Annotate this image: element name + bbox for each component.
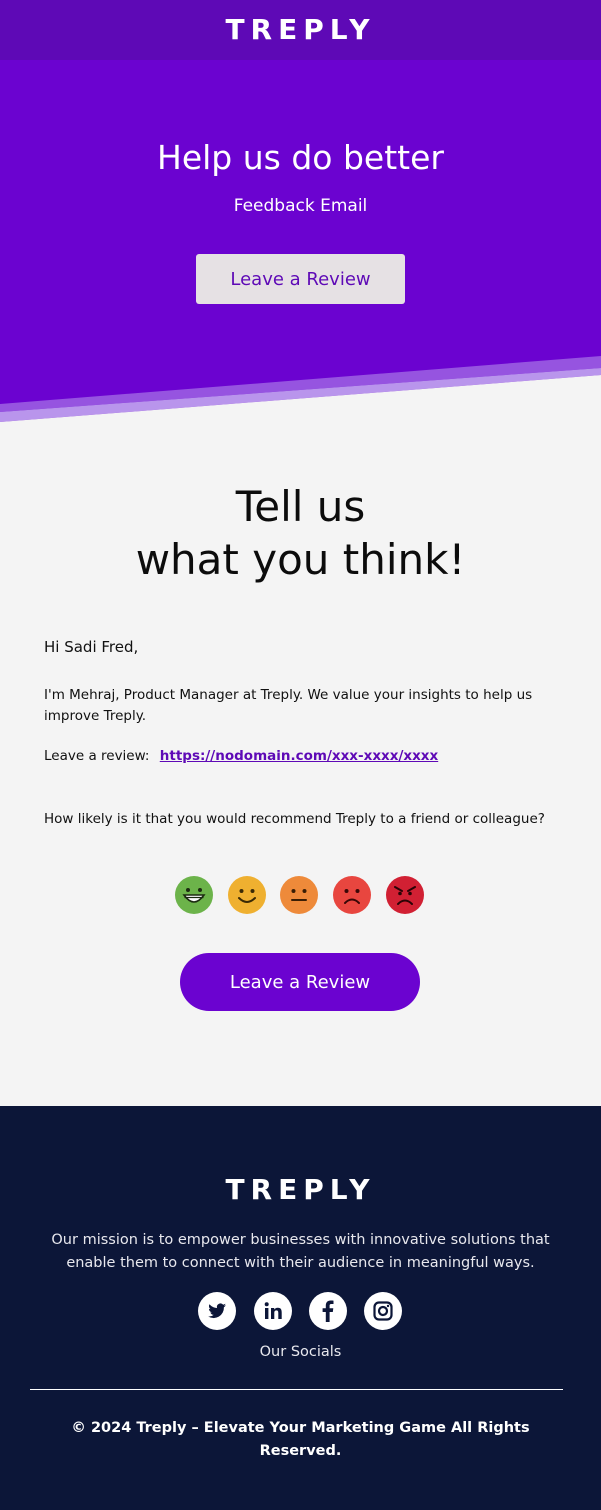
socials-label: Our Socials	[259, 1344, 342, 1360]
main-heading: Tell us what you think!	[0, 480, 601, 586]
brand-logo[interactable]: TREPLY	[225, 16, 375, 44]
hero-title: Help us do better	[157, 138, 444, 177]
linkedin-icon[interactable]	[254, 1292, 292, 1330]
hero-wave-divider	[0, 352, 601, 427]
hero-subtitle: Feedback Email	[233, 196, 368, 216]
hero-leave-review-button[interactable]: Leave a Review	[196, 254, 405, 304]
footer-logo-wrap: TREPLY	[0, 1176, 601, 1204]
rating-emoji-row	[175, 876, 425, 914]
mission-statement: Our mission is to empower businesses wit…	[51, 1232, 550, 1271]
main-leave-review-button[interactable]: Leave a Review	[180, 953, 420, 1011]
smiling-face-icon[interactable]	[228, 876, 266, 914]
main-heading-line1: Tell us	[235, 482, 366, 531]
footer-brand-logo[interactable]: TREPLY	[225, 1173, 375, 1206]
social-links	[198, 1292, 404, 1330]
main-heading-line2: what you think!	[135, 535, 466, 584]
top-bar: TREPLY	[0, 0, 601, 60]
frowning-face-icon[interactable]	[333, 876, 371, 914]
review-line: Leave a review: https://nodomain.com/xxx…	[44, 748, 438, 764]
twitter-icon[interactable]	[198, 1292, 236, 1330]
review-link[interactable]: https://nodomain.com/xxx-xxxx/xxxx	[160, 748, 438, 764]
grinning-face-icon[interactable]	[175, 876, 213, 914]
neutral-face-icon[interactable]	[280, 876, 318, 914]
review-prefix: Leave a review:	[44, 748, 150, 764]
greeting: Hi Sadi Fred,	[44, 638, 139, 656]
intro-text: I'm Mehraj, Product Manager at Treply. W…	[44, 687, 533, 724]
instagram-icon[interactable]	[364, 1292, 402, 1330]
angry-face-icon[interactable]	[386, 876, 424, 914]
footer-divider	[30, 1389, 563, 1390]
copyright-text: © 2024 Treply – Elevate Your Marketing G…	[71, 1420, 530, 1459]
facebook-icon[interactable]	[309, 1292, 347, 1330]
recommend-question: How likely is it that you would recommen…	[44, 811, 545, 827]
